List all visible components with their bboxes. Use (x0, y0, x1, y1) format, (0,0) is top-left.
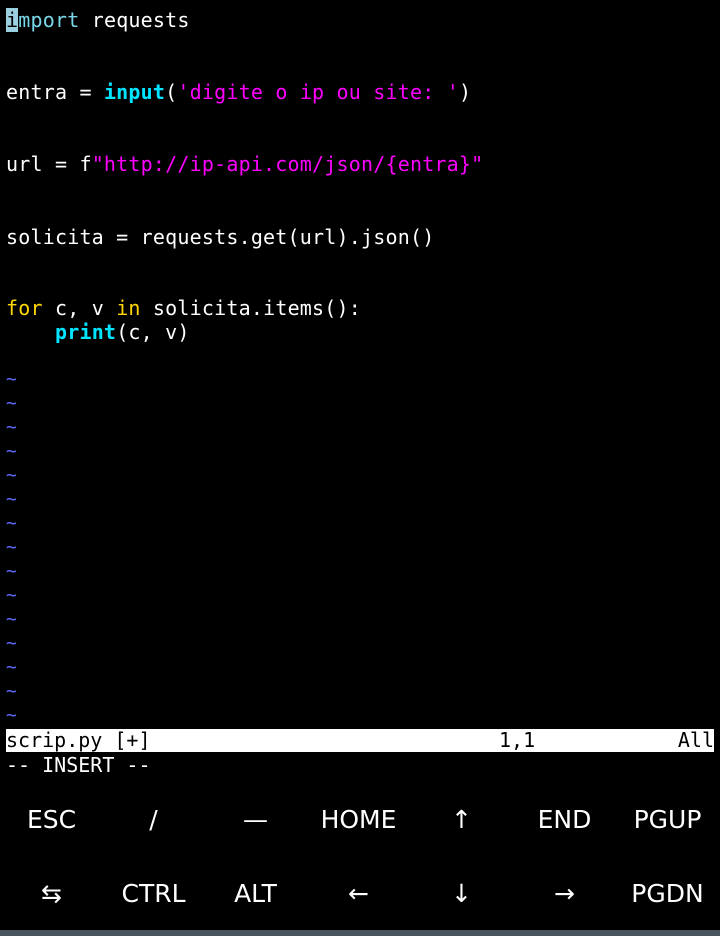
empty-line-marker: ~ (6, 369, 17, 390)
string-literal: "http://ip-api.com/json/{entra}" (91, 152, 484, 176)
code-text: (c, v) (116, 320, 190, 344)
end-key[interactable]: END (513, 782, 616, 856)
code-line-6: print(c, v) (6, 320, 190, 344)
empty-line-marker: ~ (6, 633, 17, 654)
empty-line-marker: ~ (6, 537, 17, 558)
empty-line-marker: ~ (6, 585, 17, 606)
empty-line-marker: ~ (6, 657, 17, 678)
ctrl-key[interactable]: CTRL (102, 856, 205, 930)
empty-line-marker: ~ (6, 513, 17, 534)
mode-indicator: -- INSERT -- (6, 753, 151, 777)
empty-line-marker: ~ (6, 393, 17, 414)
empty-line-marker: ~ (6, 561, 17, 582)
code-line-1: import requests (6, 8, 190, 32)
pgdn-key[interactable]: PGDN (616, 856, 719, 930)
code-text: solicita = requests.get(url).json() (6, 225, 435, 249)
esc-key[interactable]: ESC (0, 782, 103, 856)
code-text: solicita.items(): (140, 296, 362, 320)
code-text: url = f (6, 152, 92, 176)
code-editor[interactable]: import requests entra = input('digite o … (0, 0, 720, 728)
status-scroll: All (677, 728, 714, 752)
arrow-down-key[interactable]: ↓ (410, 856, 513, 930)
builtin-function: input (103, 80, 166, 104)
tab-key[interactable]: ⇆ (0, 856, 103, 930)
empty-line-marker: ~ (6, 609, 17, 630)
empty-line-marker: ~ (6, 681, 17, 702)
extra-keys-bar: ESC / — HOME ↑ END PGUP ⇆ CTRL ALT ← ↓ →… (0, 782, 720, 930)
text-cursor: i (6, 8, 19, 32)
home-key[interactable]: HOME (307, 782, 410, 856)
code-line-3: url = f"http://ip-api.com/json/{entra}" (6, 152, 483, 176)
string-literal: 'digite o ip ou site: ' (177, 80, 459, 104)
bottom-edge (0, 930, 720, 936)
code-text: c, v (42, 296, 117, 320)
code-text: requests (79, 8, 190, 32)
empty-line-marker: ~ (6, 465, 17, 486)
empty-line-marker: ~ (6, 441, 17, 462)
pgup-key[interactable]: PGUP (616, 782, 719, 856)
status-cursor-position: 1,1 (499, 728, 536, 752)
code-text: ( (165, 80, 178, 104)
arrow-left-key[interactable]: ← (307, 856, 410, 930)
code-text: ) (458, 80, 472, 104)
vim-status-bar: scrip.py [+] 1,1 All (6, 729, 714, 752)
slash-key[interactable]: / (102, 782, 205, 856)
import-keyword: mport (18, 8, 80, 32)
empty-line-marker: ~ (6, 417, 17, 438)
builtin-function: print (54, 320, 117, 344)
code-text: entra = (6, 80, 104, 104)
arrow-right-key[interactable]: → (513, 856, 616, 930)
status-filename: scrip.py [+] (6, 728, 151, 752)
code-line-4: solicita = requests.get(url).json() (6, 225, 434, 249)
dash-key[interactable]: — (204, 782, 307, 856)
arrow-up-key[interactable]: ↑ (410, 782, 513, 856)
code-line-5: for c, v in solicita.items(): (6, 296, 361, 320)
empty-line-marker: ~ (6, 489, 17, 510)
keyword: for (6, 296, 43, 320)
alt-key[interactable]: ALT (204, 856, 307, 930)
empty-line-marker: ~ (6, 705, 17, 726)
keyword: in (116, 296, 141, 320)
code-line-2: entra = input('digite o ip ou site: ') (6, 80, 471, 104)
